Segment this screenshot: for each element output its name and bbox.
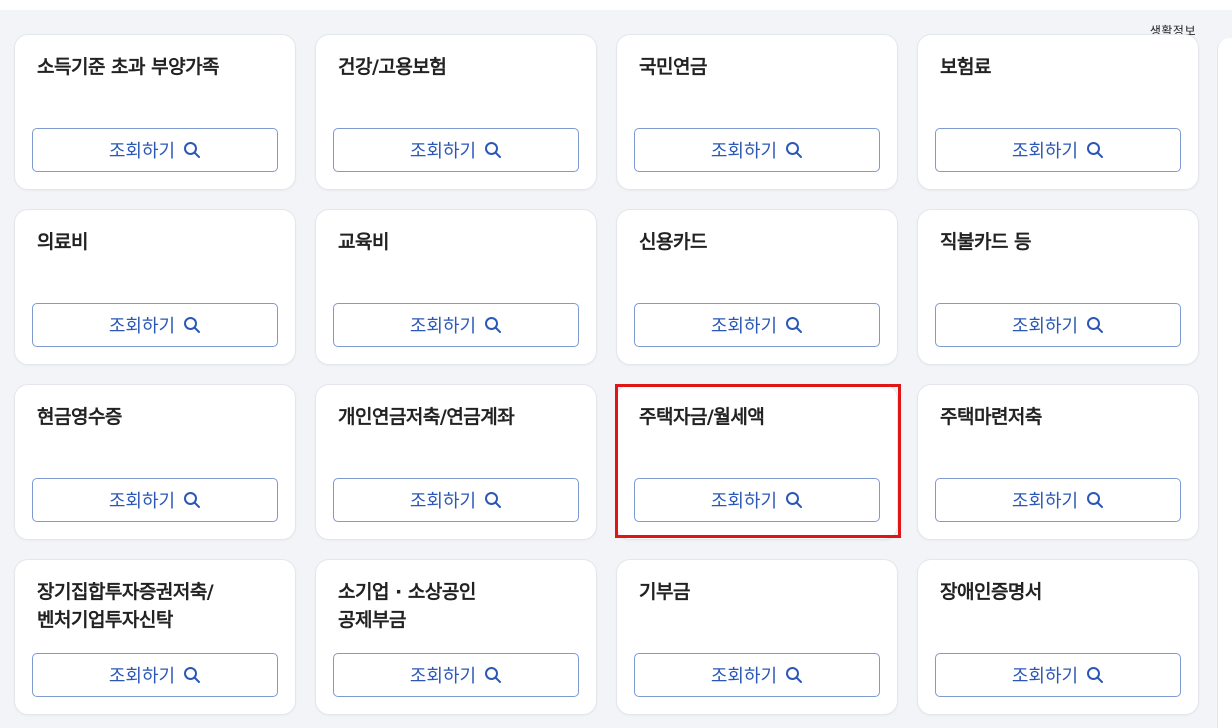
lookup-button[interactable]: 조회하기 [32,128,278,172]
search-icon [786,317,803,333]
card-6: 신용카드 조회하기 [616,209,898,365]
card-1: 건강/고용보험 조회하기 [315,34,597,190]
lookup-button-label: 조회하기 [409,491,477,512]
lookup-button-label: 조회하기 [108,141,176,162]
lookup-button-label: 조회하기 [710,316,778,337]
lookup-button-label: 조회하기 [710,141,778,162]
card-15: 장애인증명서 조회하기 [917,559,1199,715]
lookup-button-label: 조회하기 [710,666,778,687]
card-title: 소득기준 초과 부양가족 [37,56,220,78]
search-icon [485,142,502,158]
card-title: 의료비 [37,231,88,253]
lookup-button-label: 조회하기 [710,491,778,512]
card-9: 개인연금저축/연금계좌 조회하기 [315,384,597,540]
card-title: 현금영수증 [37,406,122,428]
lookup-button-label: 조회하기 [108,316,176,337]
card-3: 보험료 조회하기 [917,34,1199,190]
card-title: 국민연금 [639,56,707,78]
lookup-button[interactable]: 조회하기 [32,653,278,697]
card-title: 직불카드 등 [940,231,1032,253]
search-icon [1087,142,1104,158]
search-icon [184,142,201,158]
lookup-card-grid: 소득기준 초과 부양가족 조회하기 건강/고용보험 조회하기 국민연금 조회하기… [14,34,1199,715]
lookup-button[interactable]: 조회하기 [32,478,278,522]
card-title: 소기업 · 소상공인 공제부금 [338,581,476,631]
search-icon [1087,317,1104,333]
card-title: 장기집합투자증권저축/ 벤처기업투자신탁 [37,581,214,631]
lookup-button[interactable]: 조회하기 [634,303,880,347]
card-5: 교육비 조회하기 [315,209,597,365]
lookup-button-label: 조회하기 [409,316,477,337]
card-title: 신용카드 [639,231,707,253]
lookup-button[interactable]: 조회하기 [634,128,880,172]
next-column-edge [1217,38,1232,728]
card-title: 개인연금저축/연금계좌 [338,406,515,428]
card-title: 기부금 [639,581,690,603]
card-8: 현금영수증 조회하기 [14,384,296,540]
search-icon [786,492,803,508]
lookup-button-label: 조회하기 [1011,666,1079,687]
search-icon [184,317,201,333]
lookup-button[interactable]: 조회하기 [32,303,278,347]
card-title: 보험료 [940,56,991,78]
search-icon [1087,492,1104,508]
lookup-button[interactable]: 조회하기 [935,478,1181,522]
top-strip [0,0,1232,10]
lookup-button-label: 조회하기 [1011,316,1079,337]
search-icon [786,667,803,683]
lookup-button-label: 조회하기 [1011,491,1079,512]
card-title: 교육비 [338,231,389,253]
card-title: 주택마련저축 [940,406,1042,428]
lookup-button[interactable]: 조회하기 [935,653,1181,697]
search-icon [1087,667,1104,683]
lookup-button-label: 조회하기 [1011,141,1079,162]
card-11: 주택마련저축 조회하기 [917,384,1199,540]
search-icon [485,492,502,508]
lookup-button[interactable]: 조회하기 [634,653,880,697]
search-icon [485,317,502,333]
search-icon [485,667,502,683]
card-title: 장애인증명서 [940,581,1042,603]
lookup-button-label: 조회하기 [108,666,176,687]
card-4: 의료비 조회하기 [14,209,296,365]
search-icon [786,142,803,158]
lookup-button[interactable]: 조회하기 [333,653,579,697]
lookup-button[interactable]: 조회하기 [333,128,579,172]
card-2: 국민연금 조회하기 [616,34,898,190]
card-10: 주택자금/월세액 조회하기 [616,384,898,540]
card-0: 소득기준 초과 부양가족 조회하기 [14,34,296,190]
card-title: 주택자금/월세액 [639,406,765,428]
card-12: 장기집합투자증권저축/ 벤처기업투자신탁 조회하기 [14,559,296,715]
lookup-button[interactable]: 조회하기 [935,128,1181,172]
lookup-button[interactable]: 조회하기 [333,303,579,347]
card-title: 건강/고용보험 [338,56,447,78]
card-14: 기부금 조회하기 [616,559,898,715]
lookup-button[interactable]: 조회하기 [333,478,579,522]
card-7: 직불카드 등 조회하기 [917,209,1199,365]
card-13: 소기업 · 소상공인 공제부금 조회하기 [315,559,597,715]
lookup-button[interactable]: 조회하기 [634,478,880,522]
lookup-button-label: 조회하기 [409,666,477,687]
search-icon [184,667,201,683]
lookup-button-label: 조회하기 [108,491,176,512]
search-icon [184,492,201,508]
lookup-button-label: 조회하기 [409,141,477,162]
lookup-button[interactable]: 조회하기 [935,303,1181,347]
